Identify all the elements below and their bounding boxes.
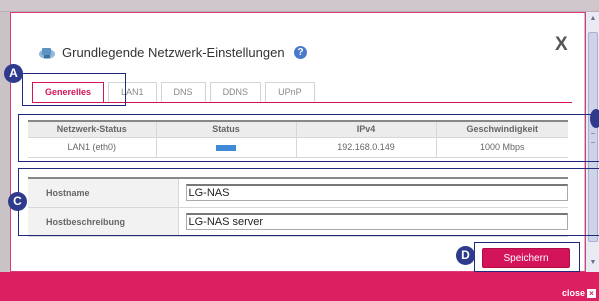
close-link-label: close — [561, 288, 585, 298]
callout-badge-d: D — [456, 246, 475, 265]
background-window-edge — [0, 12, 10, 272]
background-window-strip — [0, 0, 599, 12]
tab-upnp[interactable]: UPnP — [265, 82, 315, 102]
help-icon[interactable]: ? — [294, 46, 307, 59]
callout-badge-c: C — [8, 192, 27, 211]
close-icon: × — [587, 288, 596, 298]
callout-b-frame — [18, 114, 599, 162]
tab-ddns[interactable]: DDNS — [209, 82, 262, 102]
callout-d-frame — [474, 242, 580, 272]
callout-badge-a: A — [4, 64, 23, 83]
scroll-down-icon[interactable]: ▼ — [588, 258, 598, 268]
callout-a-frame — [22, 73, 126, 106]
close-link[interactable]: close × — [562, 287, 596, 299]
tab-dns[interactable]: DNS — [160, 82, 206, 102]
callout-badge-b — [590, 109, 599, 128]
network-icon — [39, 48, 55, 59]
callout-c-frame — [18, 168, 599, 236]
scroll-up-icon[interactable]: ▲ — [588, 14, 598, 24]
background-footer-bar: close × — [0, 272, 599, 301]
dialog-title: Grundlegende Netzwerk-Einstellungen — [62, 45, 285, 60]
close-dialog-button[interactable]: X — [555, 34, 568, 56]
